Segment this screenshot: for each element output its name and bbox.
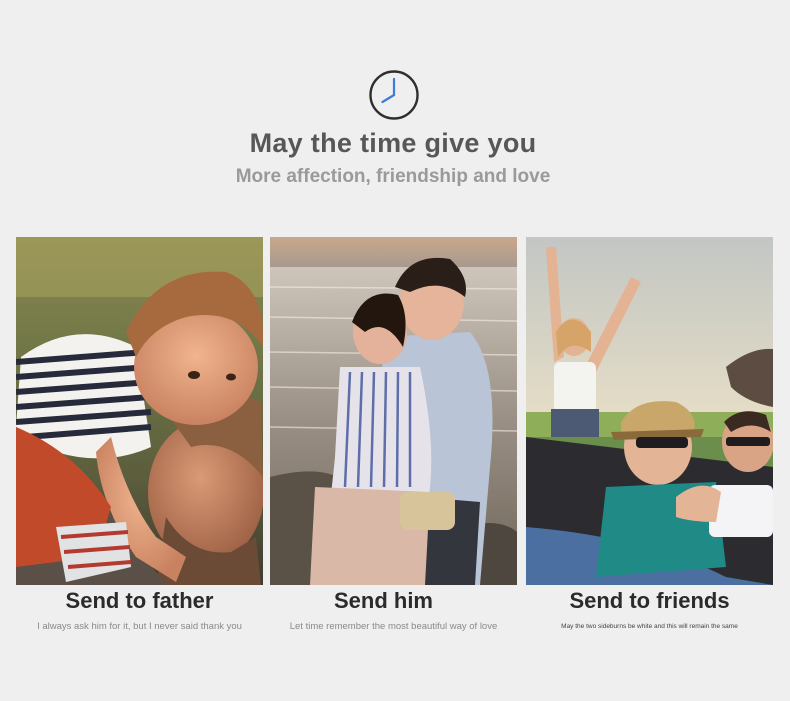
couple-card-photo [270,237,517,585]
card-caption-friends: May the two sideburns be white and this … [561,623,738,630]
card-title-father: Send to father [65,588,214,613]
card-title-friends: Send to friends [569,588,730,613]
page-subtitle: More affection, friendship and love [235,166,551,187]
friends-card-photo [526,237,773,585]
card-title-him: Send him [333,588,433,613]
page-title: May the time give you [249,128,537,158]
clock-icon [369,70,419,120]
card-caption-father: I always ask him for it, but I never sai… [37,621,242,632]
father-card-photo [16,237,263,585]
promo-page: May the time give you More affection, fr… [0,0,790,701]
card-caption-him: Let time remember the most beautiful way… [289,621,498,632]
